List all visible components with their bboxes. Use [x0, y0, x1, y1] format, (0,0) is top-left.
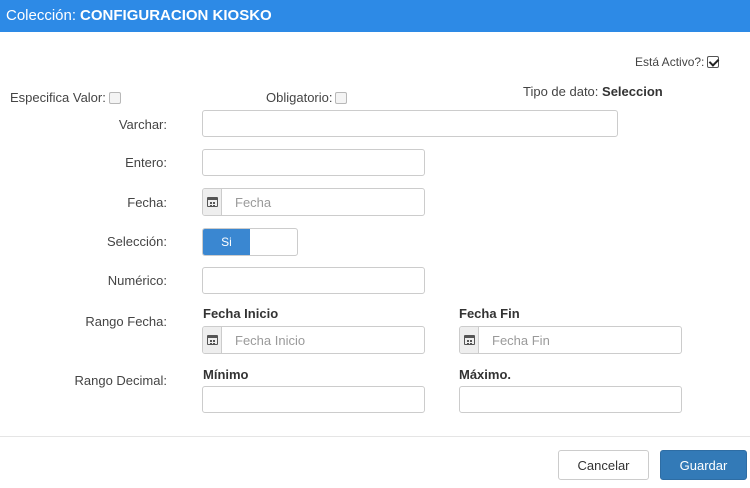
fecha-fin-input-group	[459, 326, 682, 354]
fecha-input[interactable]	[222, 189, 424, 215]
especifica-row: Especifica Valor:	[10, 90, 121, 105]
seleccion-label: Selección:	[107, 234, 167, 249]
toggle-on-label: Si	[203, 229, 250, 255]
entero-input[interactable]	[202, 149, 425, 176]
fecha-calendar-button[interactable]	[203, 189, 222, 215]
active-checkbox[interactable]	[707, 56, 720, 68]
numerico-input[interactable]	[202, 267, 425, 294]
tipo-label: Tipo de dato:	[523, 84, 599, 99]
active-row: Está Activo?:	[635, 55, 720, 69]
fecha-inicio-input[interactable]	[222, 327, 424, 353]
fecha-fin-calendar-button[interactable]	[460, 327, 479, 353]
varchar-input[interactable]	[202, 110, 618, 137]
fecha-fin-heading: Fecha Fin	[459, 306, 520, 321]
especifica-checkbox[interactable]	[108, 92, 121, 104]
entero-label: Entero:	[125, 155, 167, 170]
maximo-input[interactable]	[459, 386, 682, 413]
minimo-heading: Mínimo	[203, 367, 249, 382]
fecha-input-group	[202, 188, 425, 216]
numerico-label: Numérico:	[107, 273, 167, 288]
calendar-icon	[463, 335, 475, 345]
fecha-label: Fecha:	[127, 195, 167, 210]
calendar-icon	[206, 335, 218, 345]
maximo-heading: Máximo.	[459, 367, 512, 382]
save-button[interactable]: Guardar	[660, 450, 747, 480]
cancel-button[interactable]: Cancelar	[558, 450, 649, 480]
active-label: Está Activo?:	[635, 55, 705, 69]
calendar-icon	[206, 197, 218, 207]
modal-header: Colección: CONFIGURACION KIOSKO	[0, 0, 750, 32]
seleccion-toggle[interactable]: Si	[202, 228, 298, 256]
footer-divider	[0, 436, 750, 437]
minimo-input[interactable]	[202, 386, 425, 413]
varchar-label: Varchar:	[118, 117, 167, 132]
header-prefix: Colección:	[6, 7, 77, 24]
fecha-fin-input[interactable]	[479, 327, 681, 353]
tipo-dato: Tipo de dato: Seleccion	[523, 84, 663, 99]
obligatorio-checkbox[interactable]	[335, 92, 348, 104]
obligatorio-row: Obligatorio:	[266, 90, 348, 105]
obligatorio-label: Obligatorio:	[266, 90, 333, 105]
rango-decimal-label: Rango Decimal:	[74, 373, 168, 388]
collection-name: CONFIGURACION KIOSKO	[80, 7, 272, 24]
fecha-inicio-heading: Fecha Inicio	[203, 306, 279, 321]
fecha-inicio-input-group	[202, 326, 425, 354]
tipo-value: Seleccion	[602, 84, 663, 99]
fecha-inicio-calendar-button[interactable]	[203, 327, 222, 353]
rango-fecha-label: Rango Fecha:	[85, 314, 167, 329]
especifica-label: Especifica Valor:	[10, 90, 106, 105]
